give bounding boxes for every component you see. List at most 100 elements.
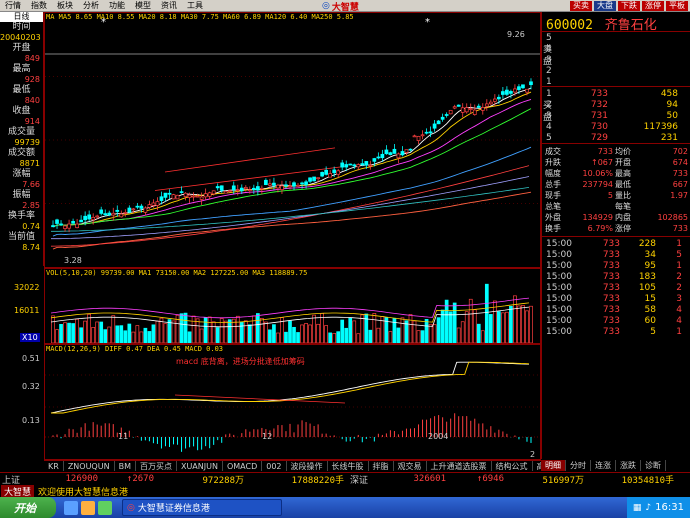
buy-level-row[interactable]: 4 730 117396 [546,122,688,133]
panel-tab[interactable]: 分时 [566,460,591,471]
quote-stat-row[interactable]: 幅度 10.06% 最高 733 [545,168,688,179]
quote-stat-row[interactable]: 外盘 134929 内盘 102865 [545,212,688,223]
quote-stat-row[interactable]: 现手 5 量比 1.97 [545,190,688,201]
candle-body [388,152,393,156]
formula-tab[interactable]: KR [44,461,64,471]
tick-row[interactable]: 15:00 733 228 1 [546,239,688,250]
formula-tab[interactable]: 拌脂 [369,461,394,471]
stat-label: 开盘 [615,158,631,167]
volume-bar [484,283,489,344]
sell-level-row[interactable]: 3 [546,55,688,66]
formula-tab[interactable]: 上升通道选股票 [427,461,492,471]
menu-item-index[interactable]: 指数 [26,0,52,11]
stock-title: 600002 齐鲁石化 [546,14,686,33]
menu-item-news[interactable]: 资讯 [156,0,182,11]
buy-level-row[interactable]: 3 731 50 [546,111,688,122]
level-number: 4 [546,122,552,132]
panel-tab[interactable]: 诊断 [641,460,666,471]
formula-tab[interactable]: 观交易 [394,461,427,471]
tab-market[interactable]: 大盘 [594,1,616,11]
tab-trade[interactable]: 买卖 [570,1,592,11]
volume-bar [332,333,337,344]
formula-tab[interactable]: ZNOUQUN [64,461,115,471]
panel-tab[interactable]: 涨跌 [616,460,641,471]
formula-tab[interactable]: 百万买点 [136,461,177,471]
level-price: 733 [590,89,608,99]
volume-bar [480,330,485,344]
quote-stat-row[interactable]: 总笔 每笔 [545,201,688,212]
sell-level-row[interactable]: 2 [546,66,688,77]
candle-body [195,195,200,198]
quicklaunch-icon[interactable] [64,500,78,515]
menu-item-function[interactable]: 功能 [104,0,130,11]
tab-decline[interactable]: 下跌 [618,1,640,11]
menu-item-model[interactable]: 模型 [130,0,156,11]
panel-tab[interactable]: 连涨 [591,460,616,471]
stat-value: 733 [672,224,688,233]
field-value: 7.66 [22,180,40,189]
formula-tab[interactable]: BM [115,461,136,471]
volume-bar [91,327,96,344]
sell-level-row[interactable]: 4 [546,44,688,55]
volume-bar [452,302,457,344]
volume-bar [187,331,192,344]
tab-flat[interactable]: 平板 [666,1,688,11]
tick-row[interactable]: 15:00 733 15 3 [546,294,688,305]
formula-tab[interactable]: 长线牛股 [328,461,369,471]
sz-index-label[interactable]: 深证 [350,473,376,486]
start-button[interactable]: 开始 [0,497,56,518]
candle-body [513,88,517,93]
level-price [558,66,608,77]
quote-stat-row[interactable]: 总手 237794 最低 667 [545,179,688,190]
tray-volume-icon[interactable]: ♪ [645,503,651,513]
tick-count: 3 [676,294,682,304]
sell-level-row[interactable]: 5 [546,33,688,44]
quote-stat-row[interactable]: 成交 733 均价 702 [545,146,688,157]
volume-bar [296,332,300,344]
tab-limit-up[interactable]: 涨停 [642,1,664,11]
candlestick-chart[interactable]: * * [45,13,540,267]
buy-level-row[interactable]: 2 732 94 [546,100,688,111]
candle-body [352,164,357,167]
quicklaunch-icon[interactable] [98,500,112,515]
formula-tab[interactable]: 波段操作 [287,461,328,471]
volume-bar [55,329,59,344]
volume-bar [119,325,124,344]
buy-level-row[interactable]: 1 733 458 [546,89,688,100]
quote-stat-row[interactable]: 升跌 ↑067 开盘 674 [545,157,688,168]
period-tab[interactable]: 日线 [0,12,43,22]
formula-tab[interactable]: 002 [262,461,287,471]
formula-tab[interactable]: XUANJUN [177,461,223,471]
macd-line [51,361,530,414]
volume-bar [103,329,108,344]
volume-chart[interactable] [45,269,540,344]
tick-row[interactable]: 15:00 733 5 1 [546,327,688,338]
menu-item-sector[interactable]: 板块 [52,0,78,11]
tray-network-icon[interactable]: ▦ [633,503,642,513]
menu-item-analysis[interactable]: 分析 [78,0,104,11]
index-ticker: 上证 126900 ↑2670 972288万 17888220手 深证 326… [0,472,690,486]
tick-row[interactable]: 15:00 733 183 2 [546,272,688,283]
tick-row[interactable]: 15:00 733 60 4 [546,316,688,327]
quote-stat-row[interactable]: 换手 6.79% 涨停 733 [545,223,688,234]
panel-tab[interactable]: 明细 [541,460,566,471]
volume-bar [191,315,196,344]
tick-row[interactable]: 15:00 733 58 4 [546,305,688,316]
tick-count: 4 [676,316,682,326]
volume-bar [131,331,136,344]
volume-y-label-mid: 16011 [14,306,40,315]
quicklaunch-icon[interactable] [81,500,95,515]
taskbar-button-app[interactable]: ◎ 大智慧证券信息港 [122,499,282,516]
tick-row[interactable]: 15:00 733 34 5 [546,250,688,261]
menu-item-tools[interactable]: 工具 [182,0,208,11]
menu-item-quotes[interactable]: 行情 [0,0,26,11]
candle-body [348,163,353,166]
stat-value: 102865 [657,213,688,222]
volume-bar [75,318,79,344]
tick-row[interactable]: 15:00 733 105 2 [546,283,688,294]
tick-volume: 15 [644,294,656,304]
formula-tab[interactable]: OMACD [223,461,263,471]
tick-row[interactable]: 15:00 733 95 1 [546,261,688,272]
field-value: 840 [24,96,40,105]
formula-tab[interactable]: 结构公式 [492,461,533,471]
